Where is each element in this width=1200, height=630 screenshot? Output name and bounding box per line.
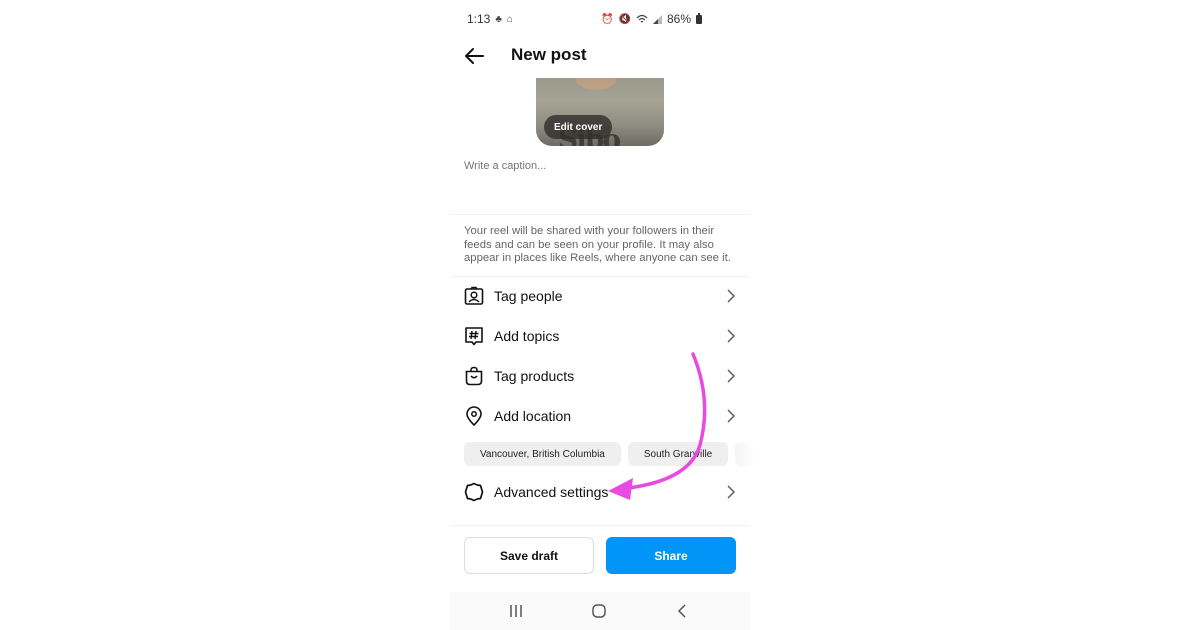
alarm-icon: ⏰	[601, 13, 614, 25]
status-time: 1:13	[467, 12, 491, 26]
share-button[interactable]: Share	[606, 537, 736, 574]
arrow-left-icon[interactable]	[462, 44, 486, 68]
menu-item-label: Add topics	[494, 328, 560, 344]
shopping-bag-icon	[463, 365, 485, 387]
chevron-right-icon	[727, 369, 735, 383]
reel-cover-thumbnail[interactable]: Sibo Edit cover	[536, 78, 664, 146]
chevron-right-icon	[727, 329, 735, 343]
divider	[450, 276, 750, 277]
notification-icon: ♣	[495, 13, 502, 25]
home-icon[interactable]	[590, 602, 608, 620]
menu-item-advanced-settings[interactable]: Advanced settings	[450, 474, 750, 510]
tag-person-icon	[463, 285, 485, 307]
home-notification-icon: ⌂	[506, 13, 513, 25]
divider	[450, 525, 750, 526]
mute-icon: 🔇	[618, 13, 631, 25]
location-chip[interactable]: Vancouver, British Columbia	[464, 442, 621, 466]
settings-gear-icon	[463, 481, 485, 503]
share-info-text: Your reel will be shared with your follo…	[464, 225, 731, 265]
menu-item-tag-people[interactable]: Tag people	[450, 278, 750, 314]
signal-icon	[652, 14, 662, 24]
divider	[450, 214, 750, 215]
menu-item-label: Advanced settings	[494, 484, 609, 500]
caption-input[interactable]	[464, 160, 736, 172]
menu-item-tag-products[interactable]: Tag products	[450, 358, 750, 394]
menu-item-label: Add location	[494, 408, 572, 424]
battery-icon	[696, 12, 702, 24]
location-suggestions: Vancouver, British Columbia South Granvi…	[464, 442, 756, 466]
chevron-right-icon	[727, 409, 735, 423]
status-bar: 1:13 ♣ ⌂ ⏰ 🔇 86%	[467, 10, 702, 28]
cover-image-detail	[576, 78, 616, 90]
system-nav-bar	[450, 592, 750, 630]
chevron-right-icon	[727, 485, 735, 499]
battery-percent: 86%	[666, 12, 691, 26]
menu-item-label: Tag products	[494, 368, 575, 384]
menu-item-add-topics[interactable]: Add topics	[450, 318, 750, 354]
chevron-right-icon	[727, 289, 735, 303]
location-chip[interactable]: South Granville	[627, 442, 729, 466]
header: New post	[450, 40, 750, 72]
phone-screen: 1:13 ♣ ⌂ ⏰ 🔇 86% New post Sibo Edit cove…	[450, 0, 756, 630]
location-pin-icon	[463, 405, 485, 427]
location-chip-partial[interactable]	[735, 442, 756, 466]
back-icon[interactable]	[674, 602, 692, 620]
menu-item-label: Tag people	[494, 288, 563, 304]
menu-item-add-location[interactable]: Add location	[450, 398, 750, 434]
hashtag-icon	[463, 325, 485, 347]
wifi-icon	[636, 14, 648, 23]
recent-apps-icon[interactable]	[507, 602, 525, 620]
edit-cover-button[interactable]: Edit cover	[544, 115, 613, 139]
page-title: New post	[511, 45, 587, 64]
save-draft-button[interactable]: Save draft	[464, 537, 594, 574]
